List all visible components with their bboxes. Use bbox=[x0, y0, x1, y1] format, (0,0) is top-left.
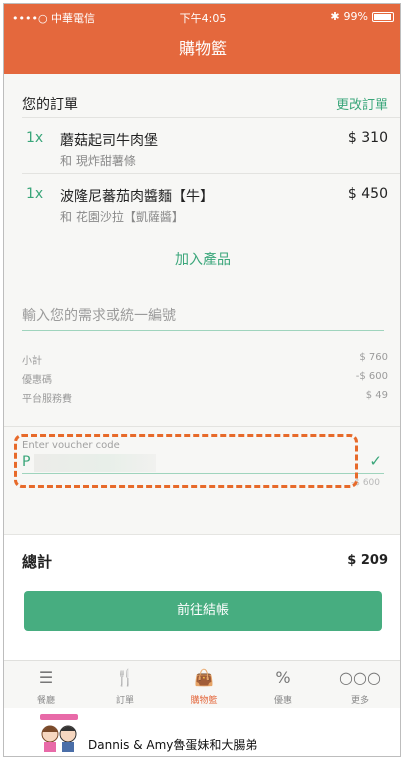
status-right: ✱ 99% bbox=[330, 10, 394, 23]
total-label: 總計 bbox=[22, 553, 53, 571]
item-qty: 1x bbox=[26, 130, 44, 146]
tab-more[interactable]: ○○○ 更多 bbox=[330, 665, 390, 706]
voucher-highlight bbox=[14, 434, 358, 488]
mascot-logo bbox=[40, 714, 78, 752]
note-input[interactable]: 輸入您的需求或統一編號 bbox=[22, 305, 384, 331]
edit-order-link[interactable]: 更改訂單 bbox=[336, 94, 388, 113]
tab-label: 更多 bbox=[350, 696, 369, 706]
order-card: 您的訂單 更改訂單 1x 蘑菇起司牛肉堡 和 現炸甜薯條 $ 310 1x 波隆… bbox=[4, 74, 400, 534]
status-bar: ••••○ 中華電信 下午4:05 ✱ 99% bbox=[4, 4, 400, 28]
tab-offers[interactable]: % 優惠 bbox=[253, 665, 313, 706]
phone-screen: ••••○ 中華電信 下午4:05 ✱ 99% 購物籃 您的訂單 更改訂單 1x… bbox=[3, 3, 401, 757]
item-side: 和 花園沙拉【凱薩醬】 bbox=[60, 210, 184, 224]
battery-icon bbox=[372, 11, 394, 22]
add-product-button[interactable]: 加入產品 bbox=[4, 249, 400, 269]
tab-label: 餐廳 bbox=[36, 696, 55, 706]
tab-label: 購物籃 bbox=[190, 696, 218, 706]
bag-icon: 👜 bbox=[194, 668, 214, 687]
item-side: 和 現炸甜薯條 bbox=[60, 154, 136, 168]
battery-percent: 99% bbox=[343, 10, 368, 23]
total-section: 總計 $ 209 前往結帳 bbox=[4, 534, 400, 660]
tab-label: 優惠 bbox=[273, 696, 292, 706]
watermark-footer: Dannis & Amy魯蛋妹和大腸弟 bbox=[4, 708, 400, 756]
summary-label: 小計 bbox=[22, 356, 42, 367]
item-name: 蘑菇起司牛肉堡 bbox=[60, 133, 158, 149]
total-value: $ 209 bbox=[347, 553, 388, 568]
subtotal-row: 小計 $ 760 bbox=[22, 352, 388, 367]
check-icon: ✓ bbox=[369, 452, 382, 470]
page-title: 購物籃 bbox=[178, 39, 227, 58]
summary-value: -$ 600 bbox=[355, 371, 388, 382]
fork-knife-icon: 🍴 bbox=[115, 668, 135, 687]
list-icon: ☰ bbox=[38, 668, 54, 687]
discount-row: 優惠碼 -$ 600 bbox=[22, 371, 388, 386]
tab-cart[interactable]: 👜 購物籃 bbox=[174, 665, 234, 706]
tab-orders[interactable]: 🍴 訂單 bbox=[95, 665, 155, 706]
bluetooth-icon: ✱ bbox=[330, 10, 340, 23]
tab-restaurants[interactable]: ☰ 餐廳 bbox=[16, 665, 76, 706]
brand-label: Dannis & Amy魯蛋妹和大腸弟 bbox=[88, 738, 258, 752]
item-price: $ 450 bbox=[347, 186, 388, 202]
divider bbox=[22, 117, 400, 118]
tab-bar: ☰ 餐廳 🍴 訂單 👜 購物籃 % 優惠 ○○○ 更多 bbox=[4, 660, 400, 708]
summary-label: 優惠碼 bbox=[22, 375, 52, 386]
summary-value: $ 49 bbox=[365, 390, 388, 401]
more-icon: ○○○ bbox=[339, 668, 381, 687]
divider bbox=[4, 426, 400, 427]
item-price: $ 310 bbox=[347, 130, 388, 146]
summary-label: 平台服務費 bbox=[22, 394, 72, 405]
tab-label: 訂單 bbox=[115, 696, 134, 706]
service-fee-row: 平台服務費 $ 49 bbox=[22, 390, 388, 405]
percent-icon: % bbox=[275, 668, 291, 687]
nav-bar: 購物籃 bbox=[4, 28, 400, 74]
divider bbox=[22, 173, 400, 174]
item-qty: 1x bbox=[26, 186, 44, 202]
summary-value: $ 760 bbox=[359, 352, 388, 363]
item-name: 波隆尼蕃茄肉醬麵【牛】 bbox=[60, 189, 214, 205]
checkout-button[interactable]: 前往結帳 bbox=[24, 591, 382, 631]
order-title: 您的訂單 bbox=[22, 97, 78, 113]
